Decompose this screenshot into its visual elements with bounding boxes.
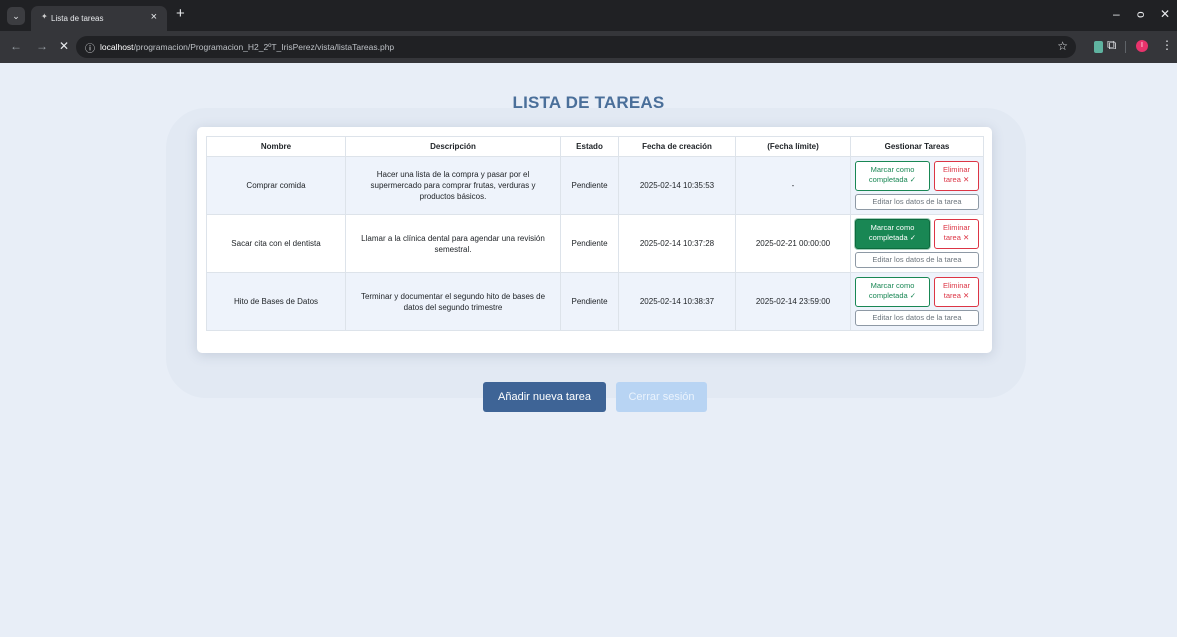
- address-bar[interactable]: ⓘ localhost/programacion/Programacion_H2…: [76, 36, 1076, 58]
- edit-task-button[interactable]: Editar los datos de la tarea: [855, 194, 979, 210]
- forward-icon[interactable]: →: [36, 39, 48, 53]
- header-descripcion: Descripción: [345, 136, 561, 157]
- cell-fecha-creacion: 2025-02-14 10:35:53: [618, 156, 736, 215]
- cell-actions: Marcar como completada ✓ Eliminar tarea …: [850, 214, 984, 273]
- cell-descripcion: Terminar y documentar el segundo hito de…: [345, 272, 561, 331]
- cell-descripcion: Hacer una lista de la compra y pasar por…: [345, 156, 561, 215]
- page-title: LISTA DE TAREAS: [512, 93, 665, 112]
- cell-fecha-limite: 2025-02-14 23:59:00: [735, 272, 851, 331]
- close-window-icon[interactable]: ✕: [1160, 7, 1170, 21]
- new-tab-icon[interactable]: +: [176, 5, 185, 22]
- bookmark-star-icon[interactable]: ☆: [1057, 39, 1068, 53]
- header-gestionar: Gestionar Tareas: [850, 136, 984, 157]
- edit-task-button[interactable]: Editar los datos de la tarea: [855, 310, 979, 326]
- browser-toolbar: ← → ✕ ⓘ localhost/programacion/Programac…: [0, 31, 1177, 63]
- cell-nombre: Sacar cita con el dentista: [206, 214, 346, 273]
- extension-icon[interactable]: [1094, 41, 1103, 53]
- chevron-down-icon[interactable]: ⌄: [7, 7, 25, 25]
- profile-avatar[interactable]: I: [1136, 40, 1148, 52]
- cell-fecha-creacion: 2025-02-14 10:37:28: [618, 214, 736, 273]
- header-nombre: Nombre: [206, 136, 346, 157]
- extensions-puzzle-icon[interactable]: ⧉: [1107, 37, 1116, 53]
- sparkle-icon: ✦: [41, 12, 48, 21]
- url-text: localhost/programacion/Programacion_H2_2…: [100, 42, 395, 52]
- mark-complete-button[interactable]: Marcar como completada ✓: [855, 277, 930, 307]
- logout-button[interactable]: Cerrar sesión: [616, 382, 707, 412]
- tab-title: Lista de tareas: [51, 14, 104, 23]
- cell-estado: Pendiente: [560, 272, 619, 331]
- cell-fecha-creacion: 2025-02-14 10:38:37: [618, 272, 736, 331]
- browser-tab[interactable]: ✦ Lista de tareas ×: [31, 6, 167, 31]
- mark-complete-button[interactable]: Marcar como completada ✓: [855, 161, 930, 191]
- delete-task-button[interactable]: Eliminar tarea ✕: [934, 277, 979, 307]
- table-row: Sacar cita con el dentista Llamar a la c…: [206, 214, 984, 273]
- restore-icon[interactable]: ᴑ: [1137, 7, 1144, 21]
- cell-descripcion: Llamar a la clínica dental para agendar …: [345, 214, 561, 273]
- tasks-card: Nombre Descripción Estado Fecha de creac…: [197, 127, 992, 353]
- minimize-icon[interactable]: –: [1113, 7, 1120, 21]
- stop-loading-icon[interactable]: ✕: [59, 39, 69, 53]
- tasks-table: Nombre Descripción Estado Fecha de creac…: [206, 136, 984, 331]
- cell-nombre: Comprar comida: [206, 156, 346, 215]
- cell-actions: Marcar como completada ✓ Eliminar tarea …: [850, 156, 984, 215]
- cell-estado: Pendiente: [560, 156, 619, 215]
- edit-task-button[interactable]: Editar los datos de la tarea: [855, 252, 979, 268]
- back-icon[interactable]: ←: [10, 39, 22, 53]
- header-fecha-creacion: Fecha de creación: [618, 136, 736, 157]
- add-task-button[interactable]: Añadir nueva tarea: [483, 382, 606, 412]
- toolbar-divider: [1125, 41, 1126, 53]
- header-estado: Estado: [560, 136, 619, 157]
- browser-tab-bar: ⌄ ✦ Lista de tareas × + – ᴑ ✕: [0, 0, 1177, 31]
- delete-task-button[interactable]: Eliminar tarea ✕: [934, 161, 979, 191]
- mark-complete-button[interactable]: Marcar como completada ✓: [855, 219, 930, 249]
- cell-estado: Pendiente: [560, 214, 619, 273]
- header-fecha-limite: (Fecha límite): [735, 136, 851, 157]
- close-tab-icon[interactable]: ×: [151, 11, 157, 23]
- table-row: Hito de Bases de Datos Terminar y docume…: [206, 272, 984, 331]
- delete-task-button[interactable]: Eliminar tarea ✕: [934, 219, 979, 249]
- cell-fecha-limite: -: [735, 156, 851, 215]
- cell-nombre: Hito de Bases de Datos: [206, 272, 346, 331]
- site-info-icon[interactable]: ⓘ: [85, 40, 95, 55]
- table-row: Comprar comida Hacer una lista de la com…: [206, 156, 984, 215]
- cell-fecha-limite: 2025-02-21 00:00:00: [735, 214, 851, 273]
- table-header-row: Nombre Descripción Estado Fecha de creac…: [206, 136, 984, 157]
- menu-kebab-icon[interactable]: ⋮: [1161, 38, 1173, 52]
- cell-actions: Marcar como completada ✓ Eliminar tarea …: [850, 272, 984, 331]
